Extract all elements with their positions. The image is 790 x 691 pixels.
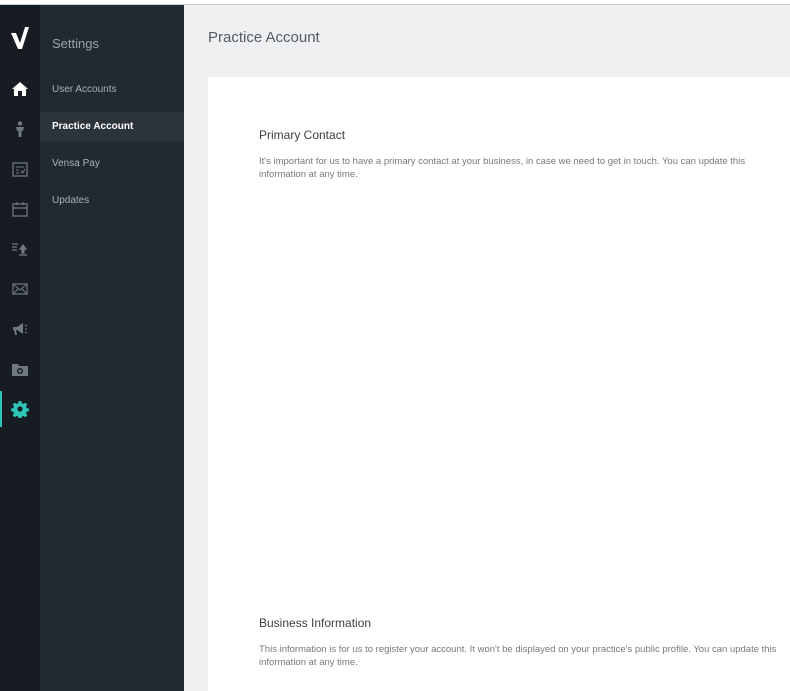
checklist-icon[interactable] [0,151,40,187]
calendar-icon[interactable] [0,191,40,227]
megaphone-icon[interactable] [0,311,40,347]
sidebar-item-vensa-pay[interactable]: Vensa Pay [40,149,184,178]
settings-card: Primary Contact It's important for us to… [208,77,790,691]
person-icon[interactable] [0,111,40,147]
business-information-description: This information is for us to register y… [259,644,777,668]
main-content: Practice Account Primary Contact It's im… [184,5,790,691]
settings-sidebar: Settings User Accounts Practice Account … [40,5,184,691]
list-upload-icon[interactable] [0,231,40,267]
folder-add-icon[interactable] [0,351,40,387]
business-information-title: Business Information [259,616,372,630]
primary-contact-description: It's important for us to have a primary … [259,156,746,180]
sidebar-item-updates[interactable]: Updates [40,186,184,215]
page-title: Practice Account [208,29,320,46]
sidebar-item-user-accounts[interactable]: User Accounts [40,75,184,104]
sidebar-item-practice-account[interactable]: Practice Account [40,112,184,141]
primary-contact-title: Primary Contact [259,128,346,142]
icon-rail [0,5,40,691]
gear-icon[interactable] [0,391,40,427]
home-icon[interactable] [0,71,40,107]
envelope-icon[interactable] [0,271,40,307]
sidebar-title: Settings [52,36,99,51]
vensa-logo-icon[interactable] [0,25,40,65]
